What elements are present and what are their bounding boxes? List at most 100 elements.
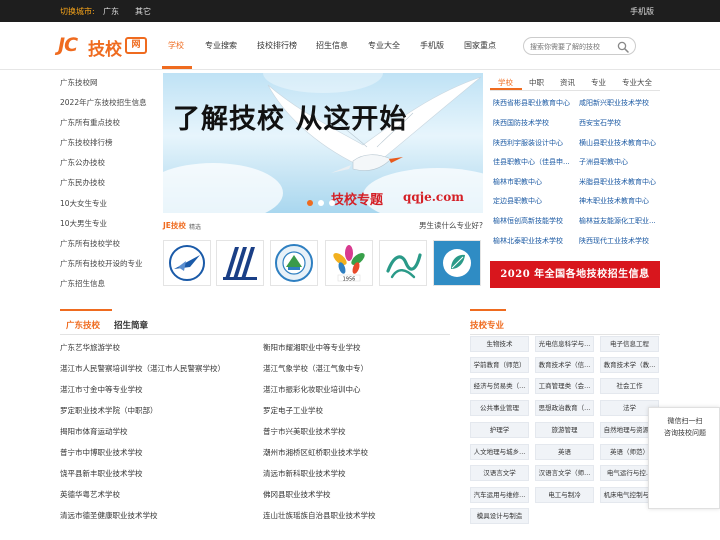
left-list-item[interactable]: 广东民办技校 [60, 178, 105, 187]
nav-ranking[interactable]: 技校排行榜 [257, 40, 297, 51]
left-list-item[interactable]: 10大男生专业 [60, 219, 107, 228]
major-tag[interactable]: 教育技术学（信... [535, 357, 594, 373]
major-tag[interactable]: 汉语言文学（师... [535, 465, 594, 481]
school-logo-1[interactable] [163, 240, 211, 286]
right-list-item[interactable]: 佳县职教中心（佳县申... [493, 157, 577, 167]
right-list-item[interactable]: 陕西国防技术学校 [493, 118, 577, 128]
school-link[interactable]: 揭阳市体育运动学校 [60, 426, 128, 437]
school-link[interactable]: 清远市新科职业技术学校 [263, 468, 346, 479]
right-list-item[interactable]: 米脂县职业技术教育中心 [579, 177, 663, 187]
major-tag[interactable]: 经济与贸易类（... [470, 378, 529, 394]
major-tag[interactable]: 学前教育（师范） [470, 357, 529, 373]
major-tag[interactable]: 教育技术学（教... [600, 357, 659, 373]
major-tag[interactable]: 护理学 [470, 422, 529, 438]
nav-mobile[interactable]: 手机版 [420, 40, 444, 51]
major-tag[interactable]: 思想政治教育（... [535, 400, 594, 416]
tab-admission-brochure[interactable]: 招生简章 [114, 319, 148, 331]
right-list-item[interactable]: 横山县职业技术教育中心 [579, 138, 663, 148]
school-logo-4[interactable]: 1956 [325, 240, 373, 286]
school-logo-6[interactable] [433, 240, 481, 286]
right-list-item[interactable]: 榆林市职教中心 [493, 177, 577, 187]
school-link[interactable]: 英德华粤艺术学校 [60, 489, 120, 500]
mobile-version-link[interactable]: 手机版 [630, 6, 654, 17]
right-list-item[interactable]: 子洲县职教中心 [579, 157, 663, 167]
major-tag[interactable]: 公共事业管理 [470, 400, 529, 416]
nav-admission[interactable]: 招生信息 [316, 40, 348, 51]
school-logo-5[interactable] [379, 240, 427, 286]
banner-subline: 技校专题 [331, 193, 384, 208]
right-list-item[interactable]: 陕西省彬县职业教育中心 [493, 98, 577, 108]
major-tag[interactable]: 汽车运用与维修... [470, 487, 529, 503]
left-list-item[interactable]: 2022年广东技校招生信息 [60, 98, 147, 107]
school-link[interactable]: 连山壮族瑶族自治县职业技术学校 [263, 510, 376, 521]
school-link[interactable]: 湛江市人民警察培训学校（湛江市人民警察学校） [60, 363, 225, 374]
right-list-item[interactable]: 榆林北泰职业技术学校 [493, 236, 577, 246]
major-tag[interactable]: 电子信息工程 [600, 336, 659, 352]
school-link[interactable]: 罗定电子工业学校 [263, 405, 323, 416]
school-link[interactable]: 罗定职业技术学院（中职部） [60, 405, 158, 416]
major-tag[interactable]: 工商管理类（会... [535, 378, 594, 394]
major-tag[interactable]: 汉语言文学 [470, 465, 529, 481]
school-link[interactable]: 潮州市湘桥区虹桥职业技术学校 [263, 447, 368, 458]
left-list-item[interactable]: 广东所有技校开设的专业 [60, 259, 143, 268]
major-tag[interactable]: 电工与制冷 [535, 487, 594, 503]
right-list-item[interactable]: 榆林恒创高新技能学校 [493, 216, 577, 226]
right-list-item[interactable]: 陕西现代工业技术学校 [579, 236, 663, 246]
right-list-item[interactable]: 榆林益友能源化工职业... [579, 216, 663, 226]
major-tag[interactable]: 人文地理与城乡... [470, 444, 529, 460]
nav-major-search[interactable]: 专业搜索 [205, 40, 237, 51]
nav-national-key[interactable]: 国家重点 [464, 40, 496, 51]
major-tag[interactable]: 英语 [535, 444, 594, 460]
right-list-item[interactable]: 咸阳新兴职业技术学校 [579, 98, 663, 108]
right-tab-news[interactable]: 资讯 [560, 77, 575, 88]
featured-question-link[interactable]: 男生读什么专业好? [419, 220, 483, 231]
left-list-item[interactable]: 10大女生专业 [60, 199, 107, 208]
school-link[interactable]: 湛江市振彩化妆职业培训中心 [263, 384, 361, 395]
major-tag[interactable]: 社会工作 [600, 378, 659, 394]
right-tab-school[interactable]: 学校 [498, 77, 513, 88]
banner-dot[interactable] [307, 200, 313, 206]
banner-dot[interactable] [318, 200, 324, 206]
left-list-item[interactable]: 广东公办技校 [60, 158, 105, 167]
school-link[interactable]: 衡阳市耀湘职业中等专业学校 [263, 342, 361, 353]
right-list-item[interactable]: 神木职业技术教育中心 [579, 196, 663, 206]
school-link[interactable]: 普宁市中博职业技术学校 [60, 447, 143, 458]
school-link[interactable]: 湛江气象学校（湛江气象中专） [263, 363, 368, 374]
left-list-item[interactable]: 广东招生信息 [60, 279, 105, 288]
school-link[interactable]: 佛冈县职业技术学校 [263, 489, 331, 500]
major-tag[interactable]: 光电信息科学与... [535, 336, 594, 352]
right-tab-major[interactable]: 专业 [591, 77, 606, 88]
left-list-item[interactable]: 广东技校排行榜 [60, 138, 113, 147]
site-logo[interactable]: JC 技校 网 [58, 34, 148, 60]
major-tag[interactable]: 生物技术 [470, 336, 529, 352]
left-list-item[interactable]: 广东技校网 [60, 78, 98, 87]
major-tag[interactable]: 模具设计与制造 [470, 508, 529, 524]
search-icon[interactable] [617, 41, 629, 53]
nav-school[interactable]: 学校 [168, 40, 184, 51]
school-logo-2[interactable] [216, 240, 264, 286]
left-list-item[interactable]: 广东所有技校学校 [60, 239, 120, 248]
school-link[interactable]: 广东艺华旅游学校 [60, 342, 120, 353]
left-list-item[interactable]: 广东所有重点技校 [60, 118, 120, 127]
city-guangdong-link[interactable]: 广东 [103, 6, 119, 17]
promo-banner[interactable]: 2020 年全国各地技校招生信息 [490, 261, 660, 288]
banner-dot[interactable] [329, 200, 335, 206]
school-link[interactable]: 湛江市寸金中等专业学校 [60, 384, 143, 395]
school-link[interactable]: 清远市德圣健康职业技术学校 [60, 510, 158, 521]
city-other-link[interactable]: 其它 [135, 6, 151, 17]
search-input[interactable] [530, 41, 618, 52]
right-tab-major-list[interactable]: 专业大全 [622, 77, 652, 88]
right-list-item[interactable]: 陕西利宇服装设计中心 [493, 138, 577, 148]
hero-banner[interactable]: 了解技校 从这开始 技校专题 qqje.com [163, 73, 483, 213]
right-list-item[interactable]: 定边县职教中心 [493, 196, 577, 206]
banner-url: qqje.com [403, 190, 464, 204]
tab-guangdong-schools[interactable]: 广东技校 [66, 319, 100, 331]
nav-major-list[interactable]: 专业大全 [368, 40, 400, 51]
wechat-qr-float[interactable]: 微信扫一扫 咨询技校问题 [648, 407, 720, 509]
school-link[interactable]: 饶平县新丰职业技术学校 [60, 468, 143, 479]
right-tab-secondary[interactable]: 中职 [529, 77, 544, 88]
school-logo-3[interactable] [270, 240, 318, 286]
right-list-item[interactable]: 西安宝石学校 [579, 118, 663, 128]
major-tag[interactable]: 旅游管理 [535, 422, 594, 438]
school-link[interactable]: 普宁市兴美职业技术学校 [263, 426, 346, 437]
